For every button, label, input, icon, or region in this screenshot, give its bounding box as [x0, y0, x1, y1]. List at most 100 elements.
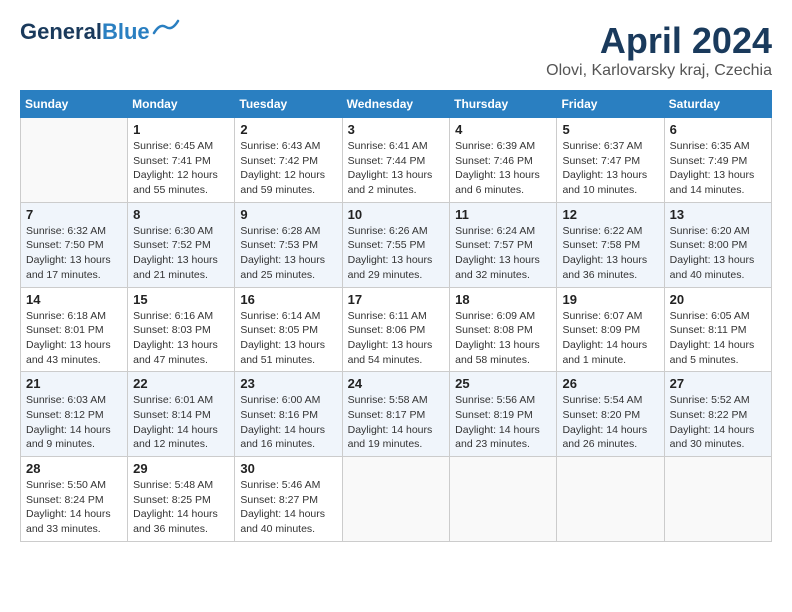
calendar-day-cell: 13 Sunrise: 6:20 AM Sunset: 8:00 PM Dayli… [664, 202, 771, 287]
day-number: 14 [26, 292, 122, 307]
day-of-week-header: Thursday [450, 91, 557, 118]
calendar-day-cell: 26Sunrise: 5:54 AM Sunset: 8:20 PM Dayli… [557, 372, 664, 457]
day-info: Sunrise: 6:28 AM Sunset: 7:53 PM Dayligh… [240, 224, 336, 283]
day-of-week-header: Friday [557, 91, 664, 118]
day-number: 19 [562, 292, 658, 307]
day-number: 2 [240, 122, 336, 137]
calendar-table: SundayMondayTuesdayWednesdayThursdayFrid… [20, 90, 772, 542]
day-info: Sunrise: 6:39 AM Sunset: 7:46 PM Dayligh… [455, 139, 551, 198]
day-info: Sunrise: 6:05 AM Sunset: 8:11 PM Dayligh… [670, 309, 766, 368]
calendar-week-row: 28 Sunrise: 5:50 AM Sunset: 8:24 PM Dayli… [21, 457, 772, 542]
calendar-day-cell: 14 Sunrise: 6:18 AM Sunset: 8:01 PM Dayli… [21, 287, 128, 372]
day-info: Sunrise: 5:52 AM Sunset: 8:22 PM Dayligh… [670, 393, 766, 452]
calendar-day-cell [557, 457, 664, 542]
day-info: Sunrise: 6:45 AM Sunset: 7:41 PM Dayligh… [133, 139, 229, 198]
calendar-week-row: 7Sunrise: 6:32 AM Sunset: 7:50 PM Daylig… [21, 202, 772, 287]
day-of-week-header: Wednesday [342, 91, 450, 118]
calendar-day-cell: 16 Sunrise: 6:14 AM Sunset: 8:05 PM Dayli… [235, 287, 342, 372]
calendar-header-row: SundayMondayTuesdayWednesdayThursdayFrid… [21, 91, 772, 118]
calendar-day-cell: 12 Sunrise: 6:22 AM Sunset: 7:58 PM Dayli… [557, 202, 664, 287]
calendar-day-cell: 30 Sunrise: 5:46 AM Sunset: 8:27 PM Dayli… [235, 457, 342, 542]
calendar-day-cell: 24 Sunrise: 5:58 AM Sunset: 8:17 PM Dayli… [342, 372, 450, 457]
calendar-day-cell [342, 457, 450, 542]
logo-text: GeneralBlue [20, 20, 150, 44]
day-info: Sunrise: 6:00 AM Sunset: 8:16 PM Dayligh… [240, 393, 336, 452]
day-number: 24 [348, 376, 445, 391]
day-number: 17 [348, 292, 445, 307]
day-number: 5 [562, 122, 658, 137]
calendar-day-cell: 18 Sunrise: 6:09 AM Sunset: 8:08 PM Dayli… [450, 287, 557, 372]
day-info: Sunrise: 6:20 AM Sunset: 8:00 PM Dayligh… [670, 224, 766, 283]
day-number: 29 [133, 461, 229, 476]
calendar-day-cell: 25 Sunrise: 5:56 AM Sunset: 8:19 PM Dayli… [450, 372, 557, 457]
calendar-day-cell: 22 Sunrise: 6:01 AM Sunset: 8:14 PM Dayli… [128, 372, 235, 457]
day-info: Sunrise: 6:18 AM Sunset: 8:01 PM Dayligh… [26, 309, 122, 368]
day-number: 15 [133, 292, 229, 307]
calendar-day-cell: 1 Sunrise: 6:45 AM Sunset: 7:41 PM Daylig… [128, 118, 235, 203]
calendar-day-cell: 19 Sunrise: 6:07 AM Sunset: 8:09 PM Dayli… [557, 287, 664, 372]
day-info: Sunrise: 6:09 AM Sunset: 8:08 PM Dayligh… [455, 309, 551, 368]
day-info: Sunrise: 6:14 AM Sunset: 8:05 PM Dayligh… [240, 309, 336, 368]
calendar-day-cell: 6 Sunrise: 6:35 AM Sunset: 7:49 PM Daylig… [664, 118, 771, 203]
calendar-week-row: 21 Sunrise: 6:03 AM Sunset: 8:12 PM Dayli… [21, 372, 772, 457]
day-number: 22 [133, 376, 229, 391]
title-area: April 2024 Olovi, Karlovarsky kraj, Czec… [546, 20, 772, 80]
day-info: Sunrise: 6:16 AM Sunset: 8:03 PM Dayligh… [133, 309, 229, 368]
calendar-week-row: 1 Sunrise: 6:45 AM Sunset: 7:41 PM Daylig… [21, 118, 772, 203]
day-number: 21 [26, 376, 122, 391]
day-info: Sunrise: 6:35 AM Sunset: 7:49 PM Dayligh… [670, 139, 766, 198]
calendar-day-cell: 5 Sunrise: 6:37 AM Sunset: 7:47 PM Daylig… [557, 118, 664, 203]
day-number: 20 [670, 292, 766, 307]
calendar-day-cell [21, 118, 128, 203]
calendar-day-cell: 21 Sunrise: 6:03 AM Sunset: 8:12 PM Dayli… [21, 372, 128, 457]
day-number: 12 [562, 207, 658, 222]
logo-line2: Blue [102, 19, 150, 44]
day-info: Sunrise: 5:48 AM Sunset: 8:25 PM Dayligh… [133, 478, 229, 537]
day-number: 30 [240, 461, 336, 476]
day-info: Sunrise: 5:46 AM Sunset: 8:27 PM Dayligh… [240, 478, 336, 537]
day-number: 25 [455, 376, 551, 391]
calendar-day-cell: 29 Sunrise: 5:48 AM Sunset: 8:25 PM Dayli… [128, 457, 235, 542]
day-of-week-header: Sunday [21, 91, 128, 118]
day-number: 23 [240, 376, 336, 391]
logo-bird-icon [152, 19, 180, 37]
calendar-day-cell: 20 Sunrise: 6:05 AM Sunset: 8:11 PM Dayli… [664, 287, 771, 372]
day-of-week-header: Saturday [664, 91, 771, 118]
day-info: Sunrise: 6:26 AM Sunset: 7:55 PM Dayligh… [348, 224, 445, 283]
calendar-day-cell: 15 Sunrise: 6:16 AM Sunset: 8:03 PM Dayli… [128, 287, 235, 372]
day-info: Sunrise: 6:37 AM Sunset: 7:47 PM Dayligh… [562, 139, 658, 198]
day-number: 28 [26, 461, 122, 476]
day-info: Sunrise: 6:07 AM Sunset: 8:09 PM Dayligh… [562, 309, 658, 368]
calendar-day-cell: 8Sunrise: 6:30 AM Sunset: 7:52 PM Daylig… [128, 202, 235, 287]
day-info: Sunrise: 5:50 AM Sunset: 8:24 PM Dayligh… [26, 478, 122, 537]
day-number: 10 [348, 207, 445, 222]
day-info: Sunrise: 6:01 AM Sunset: 8:14 PM Dayligh… [133, 393, 229, 452]
day-number: 6 [670, 122, 766, 137]
day-number: 9 [240, 207, 336, 222]
day-number: 7 [26, 207, 122, 222]
day-of-week-header: Tuesday [235, 91, 342, 118]
calendar-day-cell: 17Sunrise: 6:11 AM Sunset: 8:06 PM Dayli… [342, 287, 450, 372]
day-of-week-header: Monday [128, 91, 235, 118]
day-number: 3 [348, 122, 445, 137]
day-number: 1 [133, 122, 229, 137]
day-number: 13 [670, 207, 766, 222]
day-number: 8 [133, 207, 229, 222]
calendar-day-cell: 28 Sunrise: 5:50 AM Sunset: 8:24 PM Dayli… [21, 457, 128, 542]
calendar-day-cell [450, 457, 557, 542]
calendar-day-cell: 4 Sunrise: 6:39 AM Sunset: 7:46 PM Daylig… [450, 118, 557, 203]
calendar-day-cell: 3 Sunrise: 6:41 AM Sunset: 7:44 PM Daylig… [342, 118, 450, 203]
day-number: 4 [455, 122, 551, 137]
day-info: Sunrise: 6:41 AM Sunset: 7:44 PM Dayligh… [348, 139, 445, 198]
logo-line1: General [20, 19, 102, 44]
day-number: 26 [562, 376, 658, 391]
page-header: GeneralBlue April 2024 Olovi, Karlovarsk… [20, 20, 772, 80]
day-number: 16 [240, 292, 336, 307]
day-info: Sunrise: 6:03 AM Sunset: 8:12 PM Dayligh… [26, 393, 122, 452]
calendar-day-cell: 10 Sunrise: 6:26 AM Sunset: 7:55 PM Dayli… [342, 202, 450, 287]
logo: GeneralBlue [20, 20, 180, 44]
day-info: Sunrise: 5:56 AM Sunset: 8:19 PM Dayligh… [455, 393, 551, 452]
day-info: Sunrise: 5:58 AM Sunset: 8:17 PM Dayligh… [348, 393, 445, 452]
day-number: 18 [455, 292, 551, 307]
day-info: Sunrise: 6:22 AM Sunset: 7:58 PM Dayligh… [562, 224, 658, 283]
